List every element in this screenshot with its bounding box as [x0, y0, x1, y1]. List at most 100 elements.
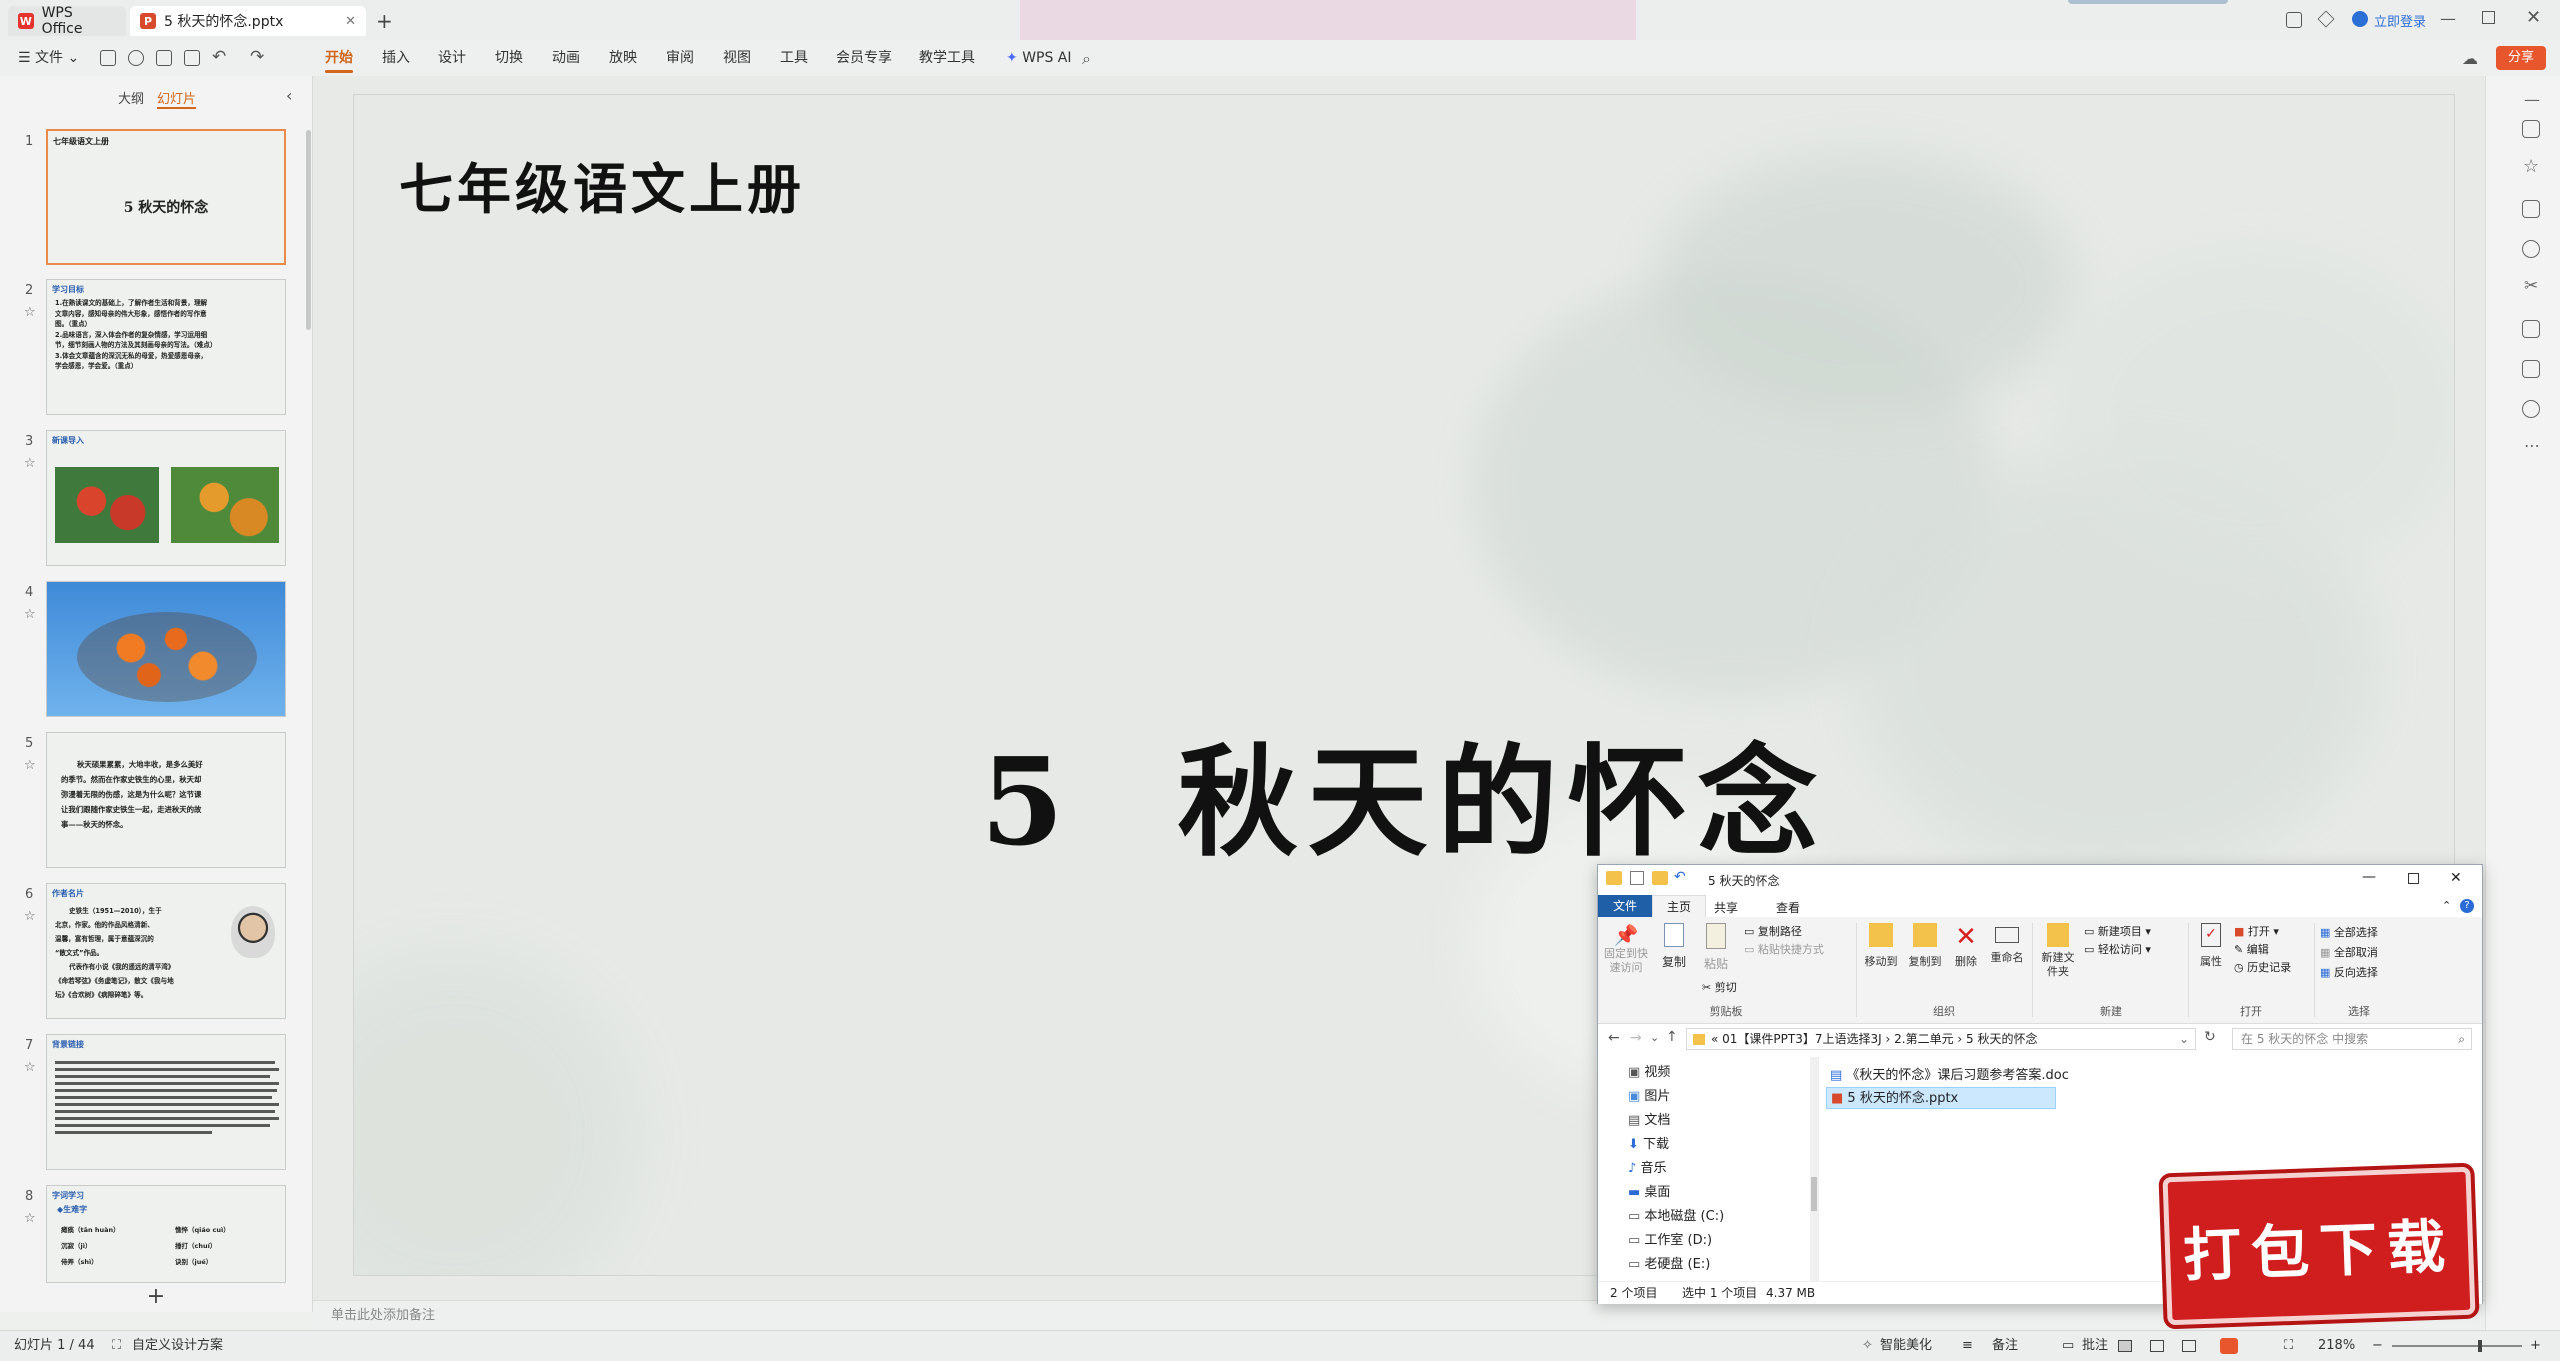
- nav-item-desktop[interactable]: ▬ 桌面: [1628, 1181, 1808, 1205]
- nav-item-drive-c[interactable]: ▭ 本地磁盘 (C:): [1628, 1205, 1808, 1229]
- search-doc-icon[interactable]: [128, 50, 144, 66]
- properties-icon[interactable]: [1630, 871, 1644, 885]
- tools-rail-icon[interactable]: ✂: [2524, 276, 2538, 296]
- up-icon[interactable]: ↑: [1666, 1029, 1678, 1045]
- nav-item-drive-d[interactable]: ▭ 工作室 (D:): [1628, 1229, 1808, 1253]
- nav-item-videos[interactable]: ▣ 视频: [1628, 1061, 1808, 1085]
- minimize-button[interactable]: —: [2440, 9, 2456, 28]
- cloud-icon[interactable]: ☁: [2462, 49, 2478, 68]
- star-icon[interactable]: ☆: [24, 1060, 36, 1075]
- menu-member[interactable]: 会员专享: [836, 40, 892, 76]
- new-folder-button[interactable]: 新建文件夹: [2038, 923, 2078, 979]
- close-window-button[interactable]: ✕: [2526, 7, 2541, 28]
- doc-tab[interactable]: P 5 秋天的怀念.pptx ✕: [130, 6, 366, 36]
- file-menu[interactable]: ☰ 文件 ⌄: [18, 40, 79, 76]
- style-rail-icon[interactable]: [2522, 240, 2540, 258]
- share-button[interactable]: 分享: [2496, 46, 2546, 70]
- panel-scrollbar[interactable]: [306, 130, 311, 330]
- select-all-button[interactable]: ▦ 全部选择: [2320, 923, 2378, 943]
- save-icon[interactable]: [100, 50, 116, 66]
- zoom-slider-thumb[interactable]: [2478, 1340, 2482, 1352]
- file-item-pptx[interactable]: ■ 5 秋天的怀念.pptx: [1826, 1087, 2056, 1109]
- slide-thumb-7[interactable]: 背景链接: [46, 1034, 286, 1170]
- explorer-maximize[interactable]: [2408, 873, 2419, 884]
- slide-thumb-8[interactable]: 字词学习 ◆生难字 瘫痪（tān huàn） 沉寂（jì） 侍弄（shì） 憔悴…: [46, 1185, 286, 1283]
- print-icon[interactable]: [156, 50, 172, 66]
- undo-icon[interactable]: ↶: [1674, 869, 1686, 885]
- explorer-search-input[interactable]: 在 5 秋天的怀念 中搜索 ⌕: [2232, 1028, 2472, 1050]
- help-rail-icon[interactable]: [2522, 400, 2540, 418]
- history-button[interactable]: ◷ 历史记录: [2234, 959, 2291, 977]
- tab-outline[interactable]: 大纲: [118, 88, 144, 107]
- refresh-icon[interactable]: ↻: [2204, 1029, 2216, 1045]
- explorer-tab-home[interactable]: 主页: [1652, 895, 1706, 917]
- login-link[interactable]: 立即登录: [2374, 11, 2426, 30]
- slide-thumb-2[interactable]: 学习目标 1.在熟读课文的基础上，了解作者生活和背景，理解 文章内容，感知母亲的…: [46, 279, 286, 415]
- collapse-panel-icon[interactable]: ‹: [286, 86, 292, 105]
- zoom-level[interactable]: 218%: [2318, 1331, 2355, 1361]
- sorter-view-icon[interactable]: [2150, 1340, 2164, 1352]
- new-tab-icon[interactable]: +: [376, 9, 393, 33]
- comments-button[interactable]: 批注: [2082, 1331, 2108, 1361]
- breadcrumb-3[interactable]: 5 秋天的怀念: [1966, 1032, 2037, 1046]
- avatar[interactable]: [2352, 11, 2368, 27]
- menu-start[interactable]: 开始: [325, 40, 353, 76]
- edit-button[interactable]: ✎ 编辑: [2234, 941, 2291, 959]
- custom-design-button[interactable]: 自定义设计方案: [132, 1331, 223, 1361]
- star-icon[interactable]: ☆: [24, 1211, 36, 1226]
- copy-path-button[interactable]: ▭ 复制路径: [1744, 923, 1824, 941]
- normal-view-icon[interactable]: [2118, 1340, 2132, 1352]
- nav-item-documents[interactable]: ▤ 文档: [1628, 1109, 1808, 1133]
- explorer-minimize[interactable]: —: [2362, 869, 2376, 885]
- nav-item-music[interactable]: ♪ 音乐: [1628, 1157, 1808, 1181]
- menu-review[interactable]: 审阅: [666, 40, 694, 76]
- explorer-tab-file[interactable]: 文件: [1598, 895, 1652, 917]
- star-rail-icon[interactable]: ☆: [2523, 156, 2539, 177]
- home-tab[interactable]: W WPS Office: [8, 5, 126, 37]
- beautify-button[interactable]: 智能美化: [1880, 1331, 1932, 1361]
- delete-button[interactable]: ✕ 删除: [1948, 923, 1984, 969]
- slide-thumb-1[interactable]: 七年级语文上册 5 秋天的怀念: [46, 129, 286, 265]
- open-button[interactable]: ■ 打开 ▾: [2234, 923, 2291, 941]
- nav-item-drive-e[interactable]: ▭ 老硬盘 (E:): [1628, 1253, 1808, 1277]
- collapse-rail-icon[interactable]: —: [2524, 90, 2540, 109]
- new-folder-icon[interactable]: [1652, 871, 1668, 885]
- easy-access-button[interactable]: ▭ 轻松访问 ▾: [2084, 941, 2151, 959]
- undo-icon[interactable]: ↶: [212, 47, 226, 67]
- zoom-in-button[interactable]: +: [2530, 1331, 2541, 1361]
- nav-scrollbar[interactable]: [1810, 1057, 1818, 1281]
- invert-selection-button[interactable]: ▦ 反向选择: [2320, 963, 2378, 983]
- tab-slides[interactable]: 幻灯片: [157, 88, 197, 109]
- zoom-slider[interactable]: [2392, 1345, 2522, 1347]
- paste-button[interactable]: 粘贴: [1698, 923, 1734, 972]
- copy-to-button[interactable]: 复制到: [1904, 923, 1946, 969]
- star-icon[interactable]: ☆: [24, 305, 36, 320]
- slide-thumb-5[interactable]: 秋天硕果累累，大地丰收，是多么美好 的季节。然而在作家史铁生的心里，秋天却 弥漫…: [46, 732, 286, 868]
- download-package-badge[interactable]: 打包下载: [2162, 1166, 2476, 1326]
- adjust-icon[interactable]: [2522, 120, 2540, 138]
- zoom-out-button[interactable]: −: [2372, 1331, 2383, 1361]
- menu-slideshow[interactable]: 放映: [609, 40, 637, 76]
- star-icon[interactable]: ☆: [24, 607, 36, 622]
- menu-view[interactable]: 视图: [723, 40, 751, 76]
- wps-ai-button[interactable]: ✦ WPS AI: [1006, 40, 1072, 76]
- cut-button[interactable]: ✂ 剪切: [1702, 979, 1737, 995]
- nav-scrollbar-thumb[interactable]: [1811, 1177, 1817, 1211]
- notes-pane[interactable]: 单击此处添加备注: [313, 1300, 2485, 1331]
- ribbon-collapse-icon[interactable]: ⌃: [2442, 899, 2451, 912]
- slide-thumb-6[interactable]: 作者名片 史铁生（1951—2010），生于 北京，作家。他的作品风格清新、 温…: [46, 883, 286, 1019]
- properties-button[interactable]: ✓ 属性: [2194, 923, 2228, 969]
- nav-item-downloads[interactable]: ⬇ 下载: [1628, 1133, 1808, 1157]
- move-to-button[interactable]: 移动到: [1860, 923, 1902, 969]
- address-bar[interactable]: « 01【课件PPT3】7上语选择3J › 2.第二单元 › 5 秋天的怀念 ⌄: [1686, 1028, 2196, 1050]
- select-none-button[interactable]: ▦ 全部取消: [2320, 943, 2378, 963]
- book-rail-icon[interactable]: [2522, 320, 2540, 338]
- notes-button[interactable]: 备注: [1992, 1331, 2018, 1361]
- menu-tools[interactable]: 工具: [780, 40, 808, 76]
- fit-icon[interactable]: ⛶: [2284, 1331, 2293, 1361]
- more-rail-icon[interactable]: ⋯: [2524, 436, 2540, 455]
- copy-button[interactable]: 复制: [1656, 923, 1692, 970]
- help-icon[interactable]: ?: [2460, 899, 2474, 913]
- file-item-doc[interactable]: ▤ 《秋天的怀念》课后习题参考答案.doc: [1826, 1065, 2073, 1087]
- explorer-close[interactable]: ✕: [2450, 870, 2462, 886]
